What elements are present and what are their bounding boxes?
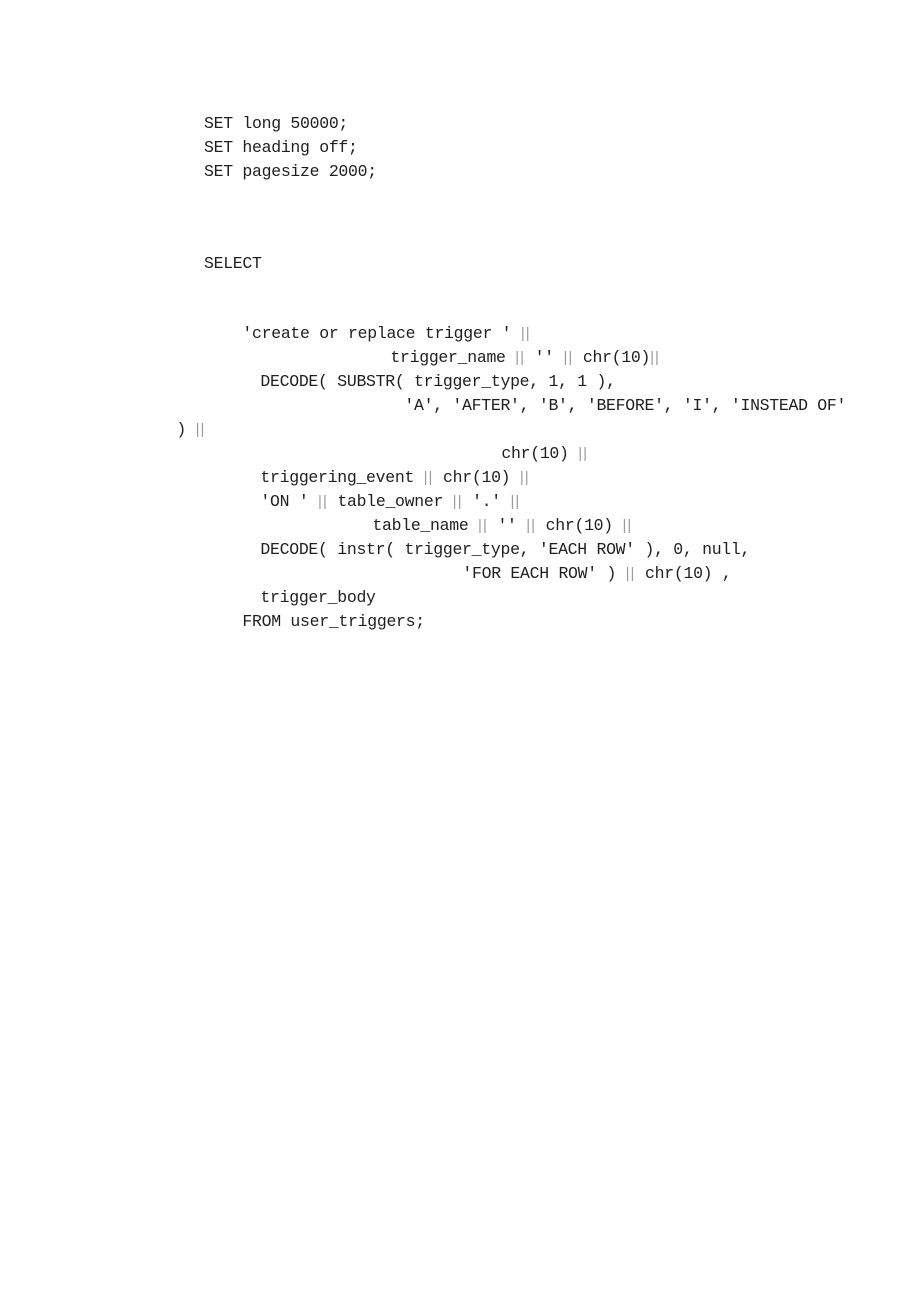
- code-line-set-long: SET long 50000;: [204, 114, 349, 133]
- concat-operator: ||: [578, 445, 589, 462]
- code-line-from: FROM user_triggers;: [204, 586, 425, 658]
- code-line-set-pagesize: SET pagesize 2000;: [204, 162, 377, 181]
- concat-operator: ||: [318, 493, 328, 510]
- code-line-decode-values: 'A', 'AFTER', 'B', 'BEFORE', 'I', 'INSTE…: [366, 370, 846, 442]
- code-text: FROM user_triggers;: [242, 612, 425, 631]
- concat-operator: ||: [625, 565, 636, 582]
- code-text: 'ON ': [260, 492, 319, 511]
- code-text: chr(10) ,: [635, 564, 732, 583]
- code-text: 'FOR EACH ROW' ): [462, 564, 626, 583]
- code-line-set-heading: SET heading off;: [204, 138, 358, 157]
- code-line-for-each-row: 'FOR EACH ROW' ) || chr(10) ,: [424, 538, 731, 610]
- concat-operator: ||: [650, 349, 660, 366]
- code-line-select: SELECT: [204, 254, 262, 273]
- concat-operator: ||: [195, 421, 206, 438]
- code-text: 'A', 'AFTER', 'B', 'BEFORE', 'I', 'INSTE…: [404, 396, 847, 415]
- code-text: ): [176, 420, 196, 439]
- document-page: SET long 50000; SET heading off; SET pag…: [0, 0, 920, 1302]
- concat-operator: ||: [519, 469, 530, 486]
- code-line-close-paren: ) ||: [138, 394, 205, 466]
